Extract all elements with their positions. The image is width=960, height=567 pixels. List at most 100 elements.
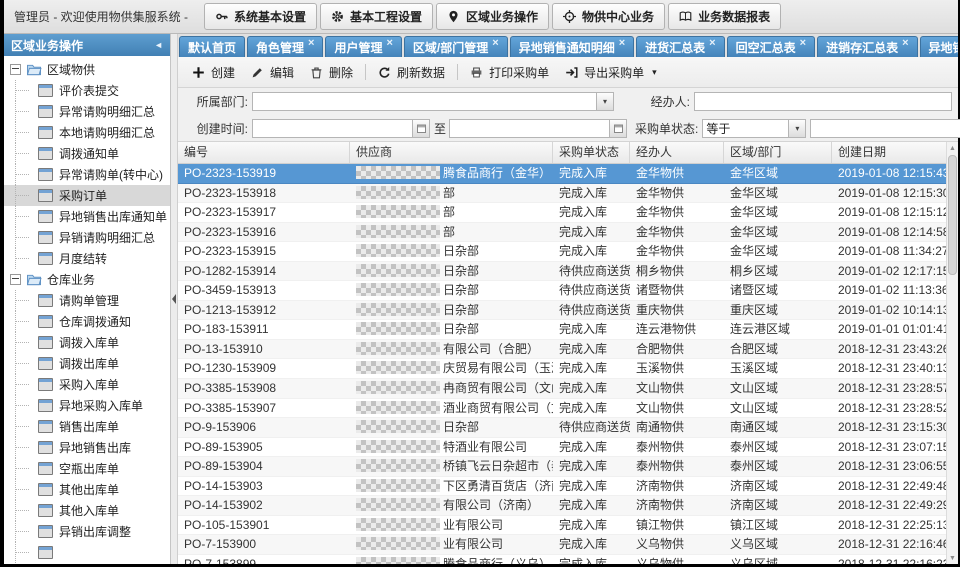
tree-item[interactable]: 采购订单: [4, 185, 170, 206]
tab[interactable]: 角色管理×: [247, 36, 323, 57]
tree-item[interactable]: 评价表提交: [4, 80, 170, 101]
table-row[interactable]: PO-2323-153919腾食品商行（金华）完成入库金华物供金华区域2019-…: [178, 164, 946, 184]
calendar-icon[interactable]: [609, 120, 626, 137]
column-header[interactable]: 采购单状态: [553, 142, 630, 163]
table-row[interactable]: PO-3459-153913日杂部待供应商送货诸暨物供诸暨区域2019-01-0…: [178, 281, 946, 301]
column-header[interactable]: 供应商: [350, 142, 553, 163]
tree-item[interactable]: 异地销售出库: [4, 437, 170, 458]
date-from-input[interactable]: [253, 120, 412, 137]
calendar-icon[interactable]: [412, 120, 429, 137]
tree-item[interactable]: 销售出库单: [4, 416, 170, 437]
toolbar-button[interactable]: 刷新数据: [370, 61, 453, 84]
status-value-input[interactable]: [810, 119, 960, 138]
toolbar-button[interactable]: 创建: [184, 61, 243, 84]
tree-collapse-icon[interactable]: [10, 274, 21, 285]
handler-filter-input[interactable]: [694, 92, 952, 111]
scroll-thumb[interactable]: [948, 155, 957, 275]
menubar-button[interactable]: 业务数据报表: [668, 3, 781, 30]
tree-item[interactable]: 异地采购入库单: [4, 395, 170, 416]
menubar-button[interactable]: 物供中心业务: [552, 3, 665, 30]
date-to-input[interactable]: [450, 120, 609, 137]
table-row[interactable]: PO-3385-153908冉商贸有限公司（文山）完成入库文山物供文山区域201…: [178, 379, 946, 399]
column-header[interactable]: 经办人: [630, 142, 724, 163]
menubar-button[interactable]: 系统基本设置: [204, 3, 317, 30]
tree-item[interactable]: 仓库调拨通知: [4, 311, 170, 332]
tree-item[interactable]: 其他出库单: [4, 479, 170, 500]
tab-close-icon[interactable]: ×: [619, 38, 625, 49]
vertical-scrollbar[interactable]: ▲ ▼: [946, 142, 958, 564]
menubar-button[interactable]: 基本工程设置: [320, 3, 433, 30]
table-row[interactable]: PO-89-153905特酒业有限公司完成入库泰州物供泰州区域2018-12-3…: [178, 438, 946, 458]
table-row[interactable]: PO-2323-153915日杂部完成入库金华物供金华区域2019-01-08 …: [178, 242, 946, 262]
tree-folder[interactable]: 仓库业务: [4, 269, 170, 290]
tab[interactable]: 异地销售调整明细×: [920, 36, 958, 57]
status-operator-input[interactable]: [703, 120, 788, 137]
tree-item[interactable]: 月度结转: [4, 248, 170, 269]
tab[interactable]: 进货汇总表×: [636, 36, 724, 57]
table-row[interactable]: PO-2323-153918部完成入库金华物供金华区域2019-01-08 12…: [178, 184, 946, 204]
toolbar-button[interactable]: 编辑: [243, 61, 302, 84]
column-header[interactable]: 区域/部门: [724, 142, 832, 163]
tree-item[interactable]: 其他入库单: [4, 500, 170, 521]
status-operator-combo[interactable]: ▾: [702, 119, 806, 138]
tree-item[interactable]: 空瓶出库单: [4, 458, 170, 479]
tree-item[interactable]: 异销出库调整: [4, 521, 170, 542]
tree-item[interactable]: 异常请购单(转中心): [4, 164, 170, 185]
table-row[interactable]: PO-13-153910有限公司（合肥）完成入库合肥物供合肥区域2018-12-…: [178, 340, 946, 360]
tab[interactable]: 用户管理×: [325, 36, 401, 57]
tree-item[interactable]: 采购入库单: [4, 374, 170, 395]
table-row[interactable]: PO-9-153906日杂部待供应商送货南通物供南通区域2018-12-31 2…: [178, 418, 946, 438]
tab[interactable]: 进销存汇总表×: [817, 36, 917, 57]
table-row[interactable]: PO-2323-153916部完成入库金华物供金华区域2019-01-08 12…: [178, 223, 946, 243]
toolbar-button[interactable]: 删除: [302, 61, 361, 84]
tab[interactable]: 回空汇总表×: [727, 36, 815, 57]
tab-close-icon[interactable]: ×: [800, 38, 806, 49]
tab[interactable]: 区域/部门管理×: [404, 36, 508, 57]
tree-item[interactable]: 调拨通知单: [4, 143, 170, 164]
splitter-collapse-icon[interactable]: [172, 294, 176, 304]
sidebar-splitter[interactable]: [171, 34, 178, 564]
table-row[interactable]: PO-2323-153917部完成入库金华物供金华区域2019-01-08 12…: [178, 203, 946, 223]
tab-close-icon[interactable]: ×: [308, 38, 314, 49]
tree-item[interactable]: [4, 542, 170, 563]
tree-item[interactable]: 异常请购明细汇总: [4, 101, 170, 122]
scroll-up-icon[interactable]: ▲: [947, 142, 958, 154]
date-from-field[interactable]: [252, 119, 430, 138]
table-row[interactable]: PO-3385-153907酒业商贸有限公司（文山）完成入库文山物供文山区域20…: [178, 399, 946, 419]
table-row[interactable]: PO-7-153899腾食品商行（义乌）完成入库义乌物供义乌区域2018-12-…: [178, 555, 946, 564]
table-row[interactable]: PO-183-153911日杂部完成入库连云港物供连云港区域2019-01-01…: [178, 320, 946, 340]
table-row[interactable]: PO-14-153903下区勇清百货店（济南）完成入库济南物供济南区域2018-…: [178, 477, 946, 497]
department-filter-input[interactable]: [253, 93, 596, 110]
tab-close-icon[interactable]: ×: [709, 38, 715, 49]
table-row[interactable]: PO-89-153904桥镇飞云日杂超市（泰州）完成入库泰州物供泰州区域2018…: [178, 457, 946, 477]
column-header[interactable]: 创建日期: [832, 142, 948, 163]
table-row[interactable]: PO-1282-153914日杂部待供应商送货桐乡物供桐乡区域2019-01-0…: [178, 262, 946, 282]
table-row[interactable]: PO-1213-153912日杂部待供应商送货重庆物供重庆区域2019-01-0…: [178, 301, 946, 321]
tree-collapse-icon[interactable]: [10, 64, 21, 75]
column-header[interactable]: 编号: [178, 142, 350, 163]
tab[interactable]: 默认首页: [179, 36, 245, 57]
collapse-sidebar-icon[interactable]: ◄: [154, 40, 163, 50]
tree-folder[interactable]: 区域物供: [4, 59, 170, 80]
table-row[interactable]: PO-14-153902有限公司（济南）完成入库济南物供济南区域2018-12-…: [178, 496, 946, 516]
table-row[interactable]: PO-1230-153909庆贸易有限公司（玉溪）完成入库玉溪物供玉溪区域201…: [178, 359, 946, 379]
toolbar-button[interactable]: 打印采购单: [462, 61, 557, 84]
tree-item[interactable]: 调拨出库单: [4, 353, 170, 374]
combo-dropdown-icon[interactable]: ▾: [788, 120, 805, 137]
date-to-field[interactable]: [449, 119, 627, 138]
menubar-button[interactable]: 区域业务操作: [436, 3, 549, 30]
tree-item[interactable]: 本地请购明细汇总: [4, 122, 170, 143]
toolbar-button[interactable]: 导出采购单▾: [557, 61, 665, 84]
tree-item[interactable]: 异地销售出库通知单: [4, 206, 170, 227]
tree-item[interactable]: 请购单管理: [4, 290, 170, 311]
table-row[interactable]: PO-105-153901业有限公司完成入库镇江物供镇江区域2018-12-31…: [178, 516, 946, 536]
tab-close-icon[interactable]: ×: [386, 38, 392, 49]
combo-dropdown-icon[interactable]: ▾: [596, 93, 613, 110]
tree-item[interactable]: 异销请购明细汇总: [4, 227, 170, 248]
department-filter-combo[interactable]: ▾: [252, 92, 614, 111]
table-row[interactable]: PO-7-153900业有限公司完成入库义乌物供义乌区域2018-12-31 2…: [178, 535, 946, 555]
scroll-down-icon[interactable]: ▼: [947, 552, 958, 564]
tab-close-icon[interactable]: ×: [492, 38, 498, 49]
tab-close-icon[interactable]: ×: [902, 38, 908, 49]
tree-item[interactable]: 调拨入库单: [4, 332, 170, 353]
